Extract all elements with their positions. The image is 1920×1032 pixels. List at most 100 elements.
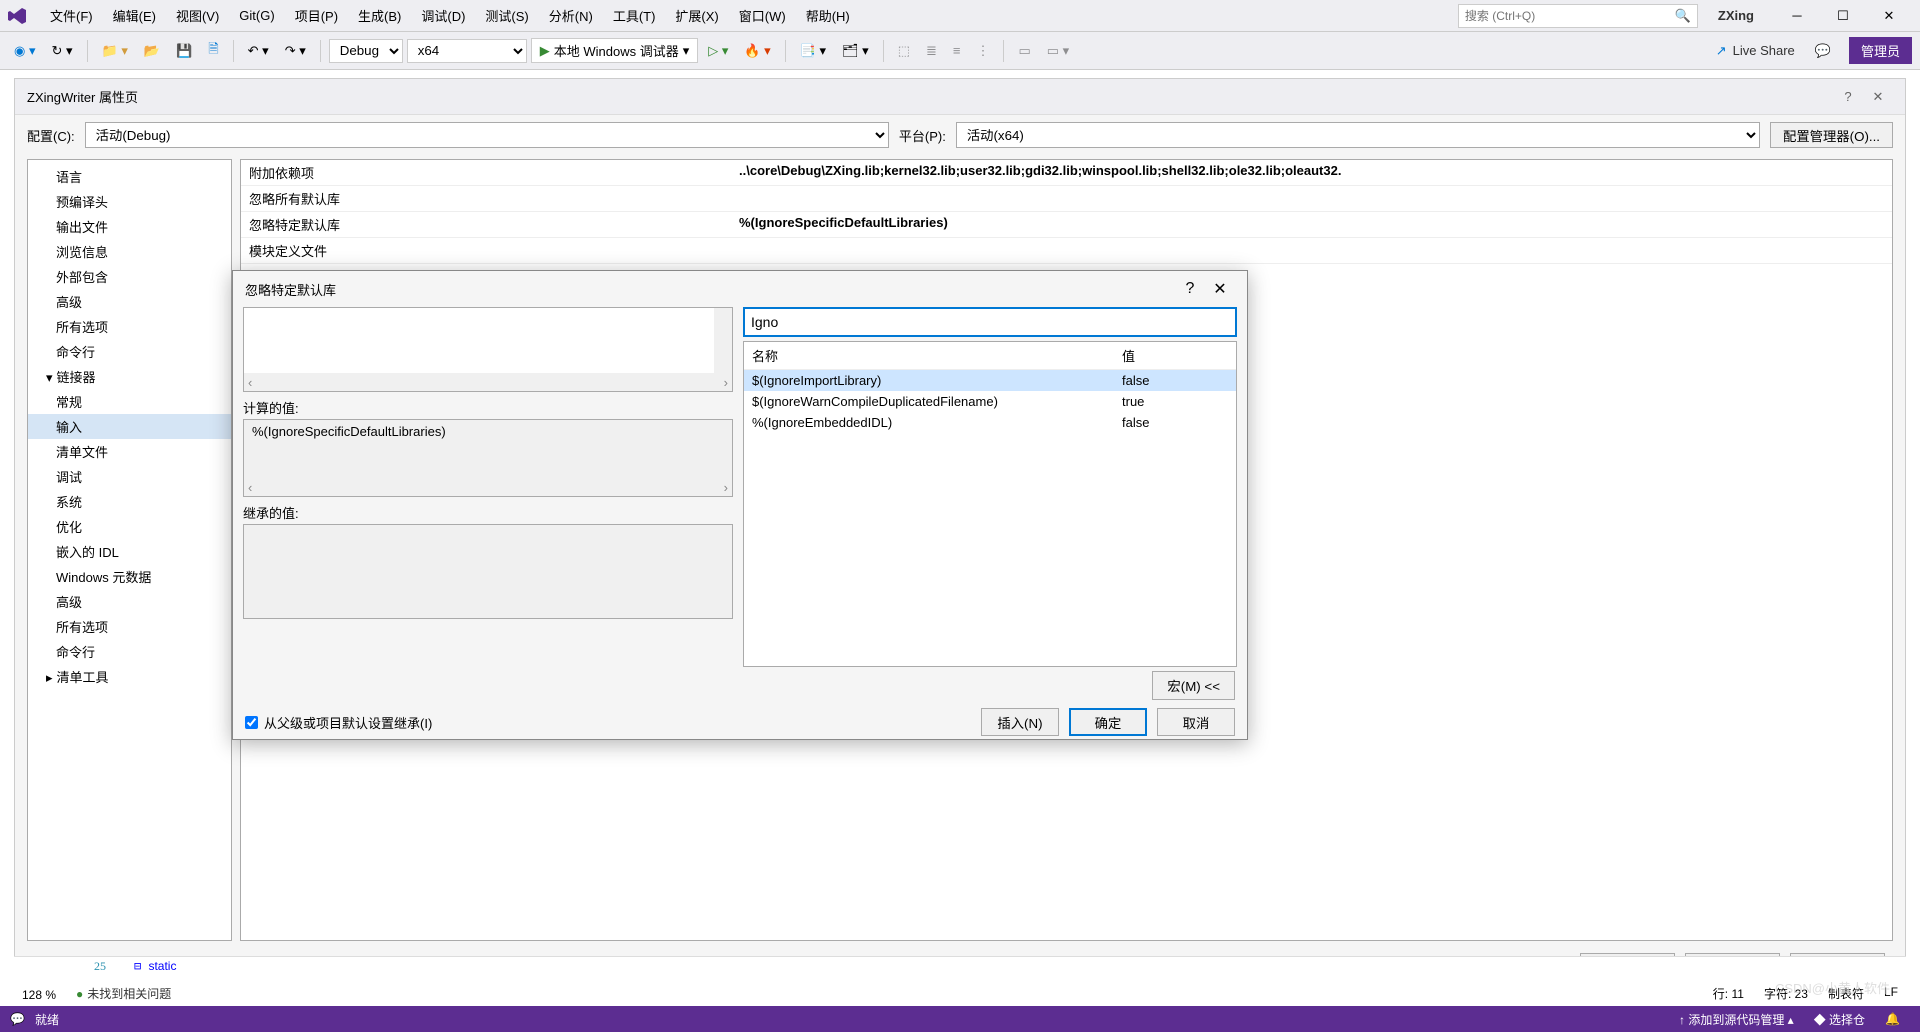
new-project-button[interactable]: 📁 ▾ <box>96 39 134 63</box>
tree-item[interactable]: 所有选项 <box>28 314 231 339</box>
scrollbar-vertical[interactable] <box>714 308 732 373</box>
tree-item[interactable]: 外部包含 <box>28 264 231 289</box>
start-debug-button[interactable]: ▶ 本地 Windows 调试器 ▾ <box>531 38 699 63</box>
menu-help[interactable]: 帮助(H) <box>796 2 860 29</box>
cancel-button[interactable]: 取消 <box>1157 708 1235 736</box>
macro-row[interactable]: $(IgnoreWarnCompileDuplicatedFilename) t… <box>744 391 1236 412</box>
platform-select[interactable]: x64 <box>407 39 527 63</box>
config-manager-button[interactable]: 配置管理器(O)... <box>1770 122 1893 148</box>
help-icon[interactable]: ? <box>1833 89 1863 104</box>
ok-button[interactable]: 确定 <box>1069 708 1147 736</box>
redo-button[interactable]: ↷ ▾ <box>279 39 312 63</box>
menu-extensions[interactable]: 扩展(X) <box>665 2 728 29</box>
inherit-checkbox-input[interactable] <box>245 716 258 729</box>
edit-list-box[interactable]: ‹› <box>243 307 733 392</box>
menu-build[interactable]: 生成(B) <box>348 2 411 29</box>
tree-item[interactable]: 调试 <box>28 464 231 489</box>
save-button[interactable]: 💾 <box>170 39 198 63</box>
chat-icon[interactable]: 💬 <box>10 1012 25 1026</box>
tb-icon-4[interactable]: ≣ <box>920 39 943 63</box>
menu-view[interactable]: 视图(V) <box>166 2 229 29</box>
hot-reload-button[interactable]: 🔥 ▾ <box>738 39 776 63</box>
tb-icon-5[interactable]: ≡ <box>947 39 967 62</box>
undo-button[interactable]: ↶ ▾ <box>242 39 275 63</box>
line-number: 25 <box>94 959 106 974</box>
notifications-icon[interactable]: 🔔 <box>1875 1012 1910 1026</box>
tree-item[interactable]: 嵌入的 IDL <box>28 539 231 564</box>
platform-dropdown[interactable]: 活动(x64) <box>956 122 1760 148</box>
tree-item[interactable]: 清单文件 <box>28 439 231 464</box>
close-icon[interactable]: ✕ <box>1205 279 1235 299</box>
macro-row[interactable]: $(IgnoreImportLibrary) false <box>744 370 1236 391</box>
menu-tools[interactable]: 工具(T) <box>603 2 666 29</box>
tree-item[interactable]: 预编译头 <box>28 189 231 214</box>
tree-item[interactable]: 语言 <box>28 164 231 189</box>
open-button[interactable]: 📂 <box>138 39 166 63</box>
close-button[interactable]: ✕ <box>1866 2 1912 30</box>
save-all-button[interactable]: 🗎 <box>202 36 224 66</box>
tb-icon-8[interactable]: ▭ ▾ <box>1041 39 1075 63</box>
menu-debug[interactable]: 调试(D) <box>411 2 475 29</box>
grid-row[interactable]: 忽略特定默认库 %(IgnoreSpecificDefaultLibraries… <box>241 212 1892 238</box>
tree-item[interactable]: 所有选项 <box>28 614 231 639</box>
close-icon[interactable]: ✕ <box>1863 89 1893 105</box>
global-search-input[interactable] <box>1465 9 1675 23</box>
config-select[interactable]: Debug <box>329 39 403 63</box>
tree-item[interactable]: 命令行 <box>28 639 231 664</box>
tree-item[interactable]: 高级 <box>28 589 231 614</box>
menu-file[interactable]: 文件(F) <box>40 2 103 29</box>
tree-item[interactable]: 系统 <box>28 489 231 514</box>
tb-icon-7[interactable]: ▭ <box>1012 39 1036 63</box>
tree-manifest-tool[interactable]: 清单工具 <box>28 664 231 689</box>
feedback-icon[interactable]: 💬 <box>1809 39 1837 63</box>
global-search[interactable]: 🔍 <box>1458 4 1698 28</box>
tree-item[interactable]: 高级 <box>28 289 231 314</box>
grid-row[interactable]: 附加依赖项 ..\core\Debug\ZXing.lib;kernel32.l… <box>241 160 1892 186</box>
select-repo[interactable]: ◆ 选择仓 <box>1804 1011 1875 1028</box>
scrollbar-horizontal[interactable]: ‹› <box>244 373 732 391</box>
macro-toggle-button[interactable]: 宏(M) << <box>1152 671 1235 700</box>
start-without-debug-button[interactable]: ▷ ▾ <box>702 39 734 63</box>
menu-edit[interactable]: 编辑(E) <box>103 2 166 29</box>
config-dropdown[interactable]: 活动(Debug) <box>85 122 889 148</box>
tb-icon-6[interactable]: ⋮ <box>970 39 995 63</box>
help-icon[interactable]: ? <box>1175 280 1205 298</box>
grid-row[interactable]: 模块定义文件 <box>241 238 1892 264</box>
menu-window[interactable]: 窗口(W) <box>729 2 796 29</box>
tree-item[interactable]: 输出文件 <box>28 214 231 239</box>
macro-search-box[interactable] <box>743 307 1237 337</box>
maximize-button[interactable]: ☐ <box>1820 2 1866 30</box>
tree-item[interactable]: 常规 <box>28 389 231 414</box>
solution-name: ZXing <box>1718 8 1754 23</box>
tree-item[interactable]: 优化 <box>28 514 231 539</box>
insert-button[interactable]: 插入(N) <box>981 708 1059 736</box>
menu-git[interactable]: Git(G) <box>229 4 284 27</box>
zoom-level[interactable]: 128 % <box>22 988 56 1002</box>
tree-item[interactable]: Windows 元数据 <box>28 564 231 589</box>
menu-project[interactable]: 项目(P) <box>285 2 348 29</box>
tree-item[interactable]: 浏览信息 <box>28 239 231 264</box>
tb-icon-1[interactable]: 📑 ▾ <box>794 39 832 63</box>
inherit-checkbox[interactable]: 从父级或项目默认设置继承(I) <box>245 713 432 732</box>
scrollbar-horizontal[interactable]: ‹› <box>244 478 732 496</box>
tree-item-input[interactable]: 输入 <box>28 414 231 439</box>
tb-icon-2[interactable]: 🗂 ▾ <box>836 39 875 63</box>
tree-linker[interactable]: 链接器 <box>28 364 231 389</box>
menu-analyze[interactable]: 分析(N) <box>539 2 603 29</box>
property-tree[interactable]: 语言 预编译头 输出文件 浏览信息 外部包含 高级 所有选项 命令行 链接器 常… <box>27 159 232 941</box>
nav-back-button[interactable]: ◉ ▾ <box>8 39 41 63</box>
menu-test[interactable]: 测试(S) <box>475 2 538 29</box>
tb-icon-3[interactable]: ⬚ <box>892 39 916 63</box>
minimize-button[interactable]: ─ <box>1774 2 1820 30</box>
live-share-button[interactable]: ↗ Live Share <box>1706 39 1805 63</box>
nav-forward-button[interactable]: ↻ ▾ <box>45 39 78 63</box>
code-snippet: ⊟ static <box>134 959 176 973</box>
grid-row[interactable]: 忽略所有默认库 <box>241 186 1892 212</box>
scrollbar-vertical[interactable] <box>714 420 732 478</box>
tree-item[interactable]: 命令行 <box>28 339 231 364</box>
scrollbar-vertical[interactable] <box>714 525 732 600</box>
macro-search-input[interactable] <box>751 314 1229 330</box>
no-issues-indicator[interactable]: ● 未找到相关问题 <box>76 985 171 1002</box>
add-source-control[interactable]: ↑ 添加到源代码管理 ▴ <box>1669 1011 1804 1028</box>
macro-row[interactable]: %(IgnoreEmbeddedIDL) false <box>744 412 1236 433</box>
